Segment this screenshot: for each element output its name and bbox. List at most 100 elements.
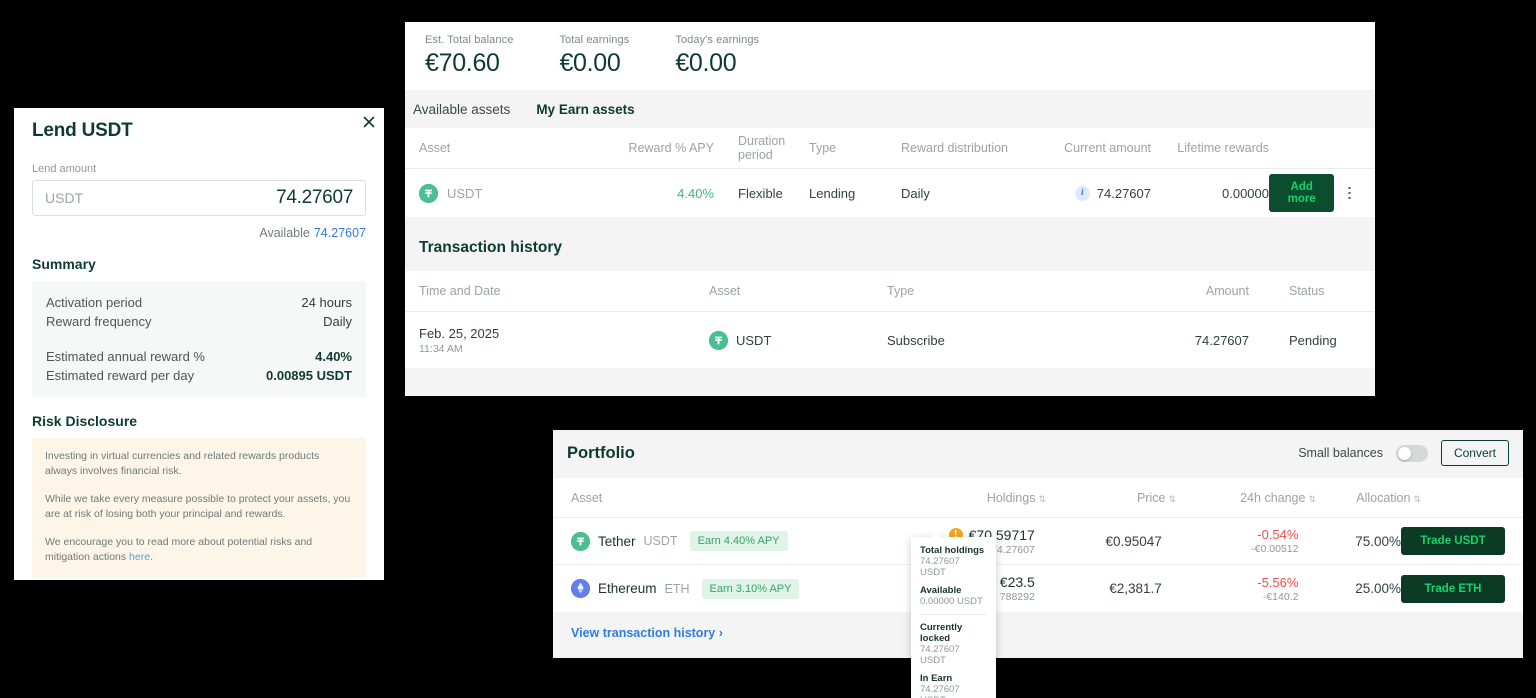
portfolio-24h-change: -0.54% -€0.00512 [1162,527,1299,555]
portfolio-header: Portfolio Small balances Convert [553,430,1523,478]
earn-apy-badge: Earn 4.40% APY [689,531,788,551]
summary-label: Total earnings [559,34,630,46]
tooltip-divider [920,614,987,615]
summary-row-activation-period: Activation period 24 hours [46,293,352,312]
eth-coin-icon [571,579,590,598]
available-value[interactable]: 74.27607 [314,226,366,240]
column-header-price[interactable]: Price ⇅ [1046,491,1176,505]
column-header-asset: Asset [571,490,603,505]
risk-p3-suffix: . [150,551,153,563]
small-balances-toggle[interactable] [1395,444,1428,462]
close-icon[interactable] [361,114,377,130]
available-label: Available [259,226,310,240]
change-absolute: -€140.2 [1262,590,1299,603]
portfolio-title: Portfolio [567,443,635,462]
portfolio-price: €2,381.7 [1109,581,1162,596]
sort-icon[interactable]: ⇅ [1038,494,1046,504]
holdings-value: €23.5 [999,574,1035,590]
transaction-status: Pending [1289,332,1337,348]
earn-row-asset: USDT [419,183,614,203]
transaction-history-title: Transaction history [405,217,1375,271]
earn-panel: Est. Total balance €70.60 Total earnings… [405,22,1375,396]
modal-title: Lend USDT [32,120,133,141]
tooltip-value: 0.00000 USDT [920,596,983,607]
earn-row-distribution: Daily [901,185,930,201]
lend-amount-input[interactable]: USDT 74.27607 [32,180,366,216]
asset-symbol: ETH [664,581,690,596]
summary-row-reward-frequency: Reward frequency Daily [46,312,352,331]
summary-value: €0.00 [675,49,737,77]
change-percent: -0.54% [1257,527,1299,542]
info-icon[interactable]: i [1074,185,1090,201]
table-row: Feb. 25, 2025 11:34 AM USDT Subscribe 74… [405,312,1375,368]
portfolio-24h-change: -5.56% -€140.2 [1162,575,1299,603]
transaction-type: Subscribe [887,332,945,348]
summary-value: €0.00 [559,49,621,77]
table-row: Ethereum ETH Earn 3.10% APY €23.5 788292… [553,565,1523,612]
trade-eth-button[interactable]: Trade ETH [1401,574,1505,603]
risk-here-link[interactable]: here [129,551,150,563]
tooltip-value: 74.27607 USDT [920,556,960,578]
more-options-icon[interactable] [1342,183,1357,204]
lend-amount-value: 74.27607 [276,187,353,208]
column-header-allocation[interactable]: Allocation ⇅ [1316,491,1421,505]
column-header-reward-distribution: Reward distribution [901,141,1008,155]
asset-name: Tether [598,533,636,549]
summary-title: Summary [32,256,96,272]
summary-row-value: Daily [323,314,352,329]
lend-amount-label: Lend amount [32,163,97,175]
column-header-amount: Amount [1205,284,1249,298]
transaction-datetime: Feb. 25, 2025 11:34 AM [419,326,709,355]
summary-row-value: 24 hours [301,295,352,310]
small-balances-label: Small balances [1298,446,1383,460]
portfolio-allocation: 75.00% [1355,533,1401,549]
tooltip-value: 74.27607 USDT [920,684,960,698]
tab-available-assets[interactable]: Available assets [413,102,510,117]
tab-my-earn-assets[interactable]: My Earn assets [536,102,634,117]
transaction-amount: 74.27607 [1194,332,1249,348]
asset-symbol: USDT [643,534,678,548]
summary-row-label: Estimated annual reward % [46,349,205,364]
column-header-current-amount: Current amount [1064,141,1151,155]
earn-summary-bar: Est. Total balance €70.60 Total earnings… [405,22,1375,90]
view-transaction-history-link[interactable]: View transaction history › [571,626,723,640]
earn-row-apy: 4.40% [677,185,714,201]
transaction-time: 11:34 AM [419,342,463,355]
risk-p3-text: We encourage you to read more about pote… [45,536,313,563]
tooltip-key: Total holdings [920,545,985,556]
column-header-24h-change[interactable]: 24h change ⇅ [1176,491,1316,505]
risk-paragraph-3: We encourage you to read more about pote… [45,535,353,565]
column-header-type: Type [809,141,837,155]
current-amount-value: 74.27607 [1096,185,1151,201]
add-more-button[interactable]: Add more [1269,174,1335,212]
column-header-holdings[interactable]: Holdings ⇅ [881,491,1046,505]
portfolio-tools: Small balances Convert [1298,440,1509,466]
earn-apy-badge: Earn 3.10% APY [701,578,800,599]
table-row: Tether USDT Earn 4.40% APY ! €70.59717 7… [553,518,1523,565]
sort-icon[interactable]: ⇅ [1413,494,1421,504]
transaction-asset: USDT [709,330,887,350]
convert-button[interactable]: Convert [1440,440,1509,466]
transaction-history-table: Time and Date Asset Type Amount Status F… [405,271,1375,368]
tooltip-arrow [930,532,942,538]
portfolio-table: Asset Holdings ⇅ Price ⇅ 24h change ⇅ Alloc… [553,478,1523,612]
summary-row-label: Activation period [46,295,143,310]
toggle-knob [1397,446,1411,460]
earn-row-duration: Flexible [738,185,783,201]
summary-row-label: Reward frequency [46,314,152,329]
risk-disclosure-title: Risk Disclosure [32,413,138,429]
portfolio-price: €0.95047 [1105,533,1162,549]
sort-icon[interactable]: ⇅ [1308,494,1316,504]
change-absolute: -€0.00512 [1251,543,1299,555]
transaction-asset-symbol: USDT [736,332,772,348]
summary-row-value: 0.00895 USDT [266,368,352,383]
portfolio-panel: Portfolio Small balances Convert Asset H… [553,430,1523,658]
column-header-asset: Asset [709,284,741,298]
summary-row-reward-per-day: Estimated reward per day 0.00895 USDT [46,366,352,385]
usdt-coin-icon [419,183,438,203]
sort-icon[interactable]: ⇅ [1168,494,1176,504]
summary-row-annual-reward: Estimated annual reward % 4.40% [46,347,352,366]
trade-usdt-button[interactable]: Trade USDT [1401,527,1505,555]
column-header-time-and-date: Time and Date [419,284,501,298]
asset-name: Ethereum [598,581,657,596]
